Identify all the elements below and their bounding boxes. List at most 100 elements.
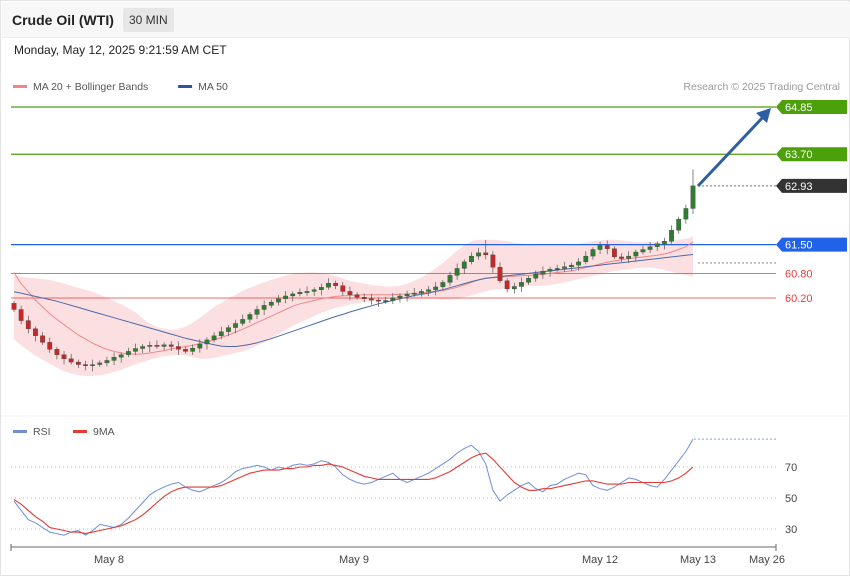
candle (361, 297, 367, 299)
candle (147, 345, 153, 347)
candle (140, 346, 146, 349)
legend-label: MA 50 (198, 81, 228, 93)
candle (276, 298, 281, 303)
candle (440, 282, 446, 288)
x-tick-label: May 26 (749, 554, 785, 566)
candle (540, 271, 546, 275)
candle (376, 299, 381, 302)
candle (247, 314, 253, 320)
candle (633, 251, 639, 257)
candle (590, 249, 596, 257)
candle (526, 278, 531, 283)
candle (676, 218, 682, 231)
candle (283, 295, 288, 299)
candle (133, 348, 138, 352)
rsi-legend-label: RSI (33, 426, 51, 438)
candle (261, 305, 267, 310)
candle (461, 261, 467, 269)
candle (576, 261, 582, 266)
candle (297, 292, 303, 295)
price-chart: MA 20 + Bollinger Bands MA 50 Research © 2… (1, 81, 849, 566)
legend-swatch (178, 85, 193, 88)
candle (511, 286, 517, 290)
candle (354, 294, 360, 298)
candle (683, 208, 689, 220)
candle (619, 256, 624, 259)
level-label-62.93: 62.93 (785, 181, 813, 193)
candle (447, 275, 453, 283)
candle (190, 347, 196, 352)
candle (454, 268, 460, 276)
rsi-ma-line (13, 452, 694, 535)
candle (183, 349, 188, 352)
candle (497, 267, 503, 281)
candle (83, 364, 88, 366)
candle (554, 268, 560, 270)
candle (111, 356, 117, 361)
candle (326, 283, 331, 288)
candle (61, 354, 67, 359)
candle (669, 230, 674, 242)
candle (347, 291, 353, 295)
candle (369, 298, 374, 301)
candle (383, 300, 389, 302)
candle (583, 255, 589, 263)
candle (533, 274, 539, 279)
rsi-legend-swatch (13, 430, 27, 433)
candle (90, 364, 95, 366)
rsi-tick-50: 50 (785, 493, 797, 505)
candle (647, 246, 653, 250)
candle (226, 327, 231, 332)
candle (40, 335, 45, 343)
legend-swatch (13, 85, 27, 88)
candle (411, 292, 417, 295)
candle (333, 283, 338, 286)
rsi-tick-30: 30 (785, 524, 797, 536)
candle (318, 287, 324, 290)
level-label-61.50: 61.50 (785, 240, 813, 252)
level-label-64.85: 64.85 (785, 102, 813, 114)
candle (504, 280, 510, 290)
candle (340, 285, 346, 292)
candle (154, 345, 160, 347)
candle (254, 309, 260, 315)
candle (204, 339, 210, 345)
candle (161, 344, 167, 347)
candle (690, 185, 696, 209)
candle (25, 320, 31, 329)
candle (604, 245, 610, 249)
candle (118, 354, 124, 358)
candle (104, 360, 110, 364)
candle (176, 346, 181, 350)
candle (290, 293, 296, 297)
candle (304, 291, 310, 293)
x-tick-label: May 12 (582, 554, 618, 566)
candle (268, 301, 274, 306)
x-tick-label: May 13 (680, 554, 716, 566)
candle (197, 343, 203, 349)
level-label-60.80: 60.80 (785, 268, 813, 280)
candle (397, 295, 403, 299)
candle (469, 255, 474, 263)
candle (654, 243, 660, 247)
x-tick-label: May 9 (339, 554, 369, 566)
candle (125, 351, 131, 355)
candle (68, 358, 74, 363)
rsi-line (13, 438, 694, 536)
level-label-63.70: 63.70 (785, 149, 813, 161)
candle (33, 328, 38, 336)
candle (640, 249, 646, 253)
rsi-legend-label: 9MA (93, 426, 115, 438)
legend-label: MA 20 + Bollinger Bands (33, 81, 148, 93)
candle (311, 289, 317, 292)
candle (47, 342, 53, 350)
rsi-tick-70: 70 (785, 462, 797, 474)
candle (11, 303, 17, 310)
candle (476, 252, 481, 257)
candle (547, 269, 553, 272)
candle (97, 362, 103, 365)
level-label-60.20: 60.20 (785, 293, 813, 305)
candle (597, 245, 603, 250)
rsi-legend-swatch (73, 430, 87, 433)
candle (519, 282, 524, 287)
